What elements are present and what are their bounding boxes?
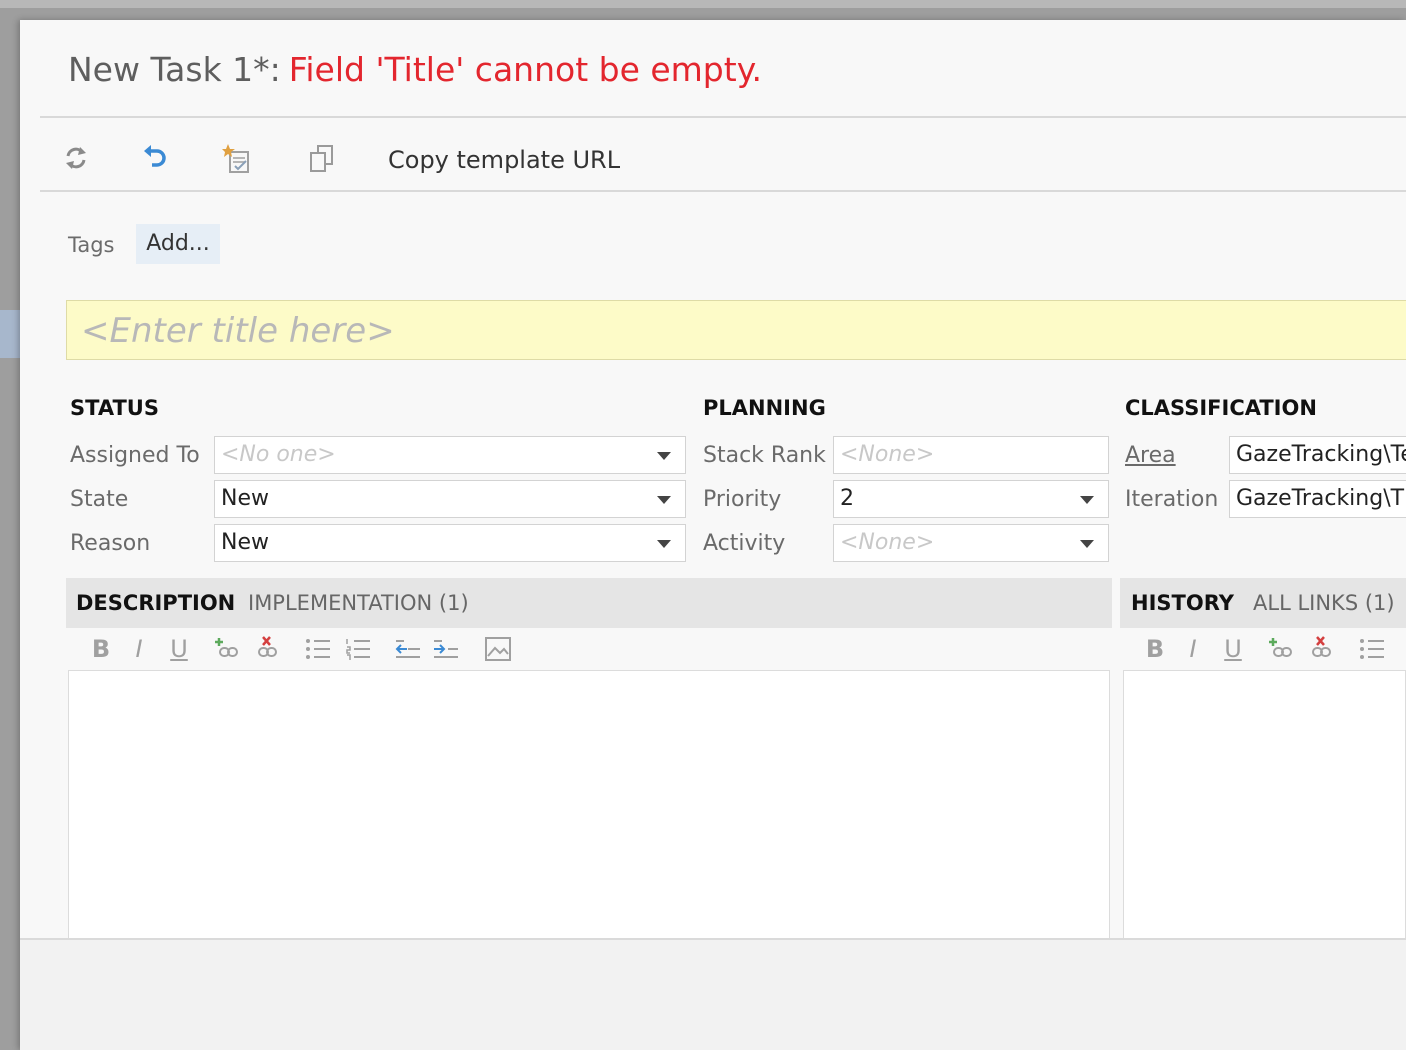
tab-implementation[interactable]: IMPLEMENTATION (1) [248,588,469,618]
toolbar-divider [40,190,1406,192]
reason-value: New [221,530,269,555]
backdrop-strip [0,0,1406,8]
insert-link-icon[interactable] [1266,632,1296,666]
dialog-title: New Task 1*: Field 'Title' cannot be empt… [68,48,762,92]
remove-link-icon[interactable] [1306,632,1336,666]
assigned-to-label: Assigned To [70,443,200,468]
area-value: GazeTracking\Te [1236,442,1406,467]
planning-heading: PLANNING [703,396,826,420]
chevron-down-icon [657,540,671,548]
task-title: New Task 1*: [68,50,281,89]
save-template-icon[interactable] [222,142,254,174]
add-tag-button[interactable]: Add... [136,224,220,264]
dialog-footer [20,938,1406,1050]
copy-template-url-button[interactable]: Copy template URL [388,144,620,176]
title-placeholder: <Enter title here> [81,311,395,351]
tags-label: Tags [68,233,115,257]
bold-button[interactable]: B [86,632,116,666]
bulleted-list-icon[interactable] [302,632,332,666]
reason-label: Reason [70,531,151,556]
numbered-list-icon[interactable] [342,632,372,666]
italic-button[interactable]: I [124,632,154,666]
error-message: Field 'Title' cannot be empty. [288,50,763,89]
priority-value: 2 [840,486,854,511]
history-editor-toolbar: B I U [1120,632,1406,670]
state-dropdown[interactable]: New [214,480,686,518]
title-input[interactable]: <Enter title here> [66,300,1406,360]
description-editor-toolbar: B I U [66,632,1112,670]
reason-dropdown[interactable]: New [214,524,686,562]
history-editor[interactable] [1123,670,1406,946]
iteration-field[interactable]: GazeTracking\TF [1229,480,1406,518]
priority-label: Priority [703,487,782,512]
state-value: New [221,486,269,511]
stack-rank-label: Stack Rank [703,443,826,468]
status-heading: STATUS [70,396,159,420]
activity-value: <None> [840,530,935,555]
italic-button[interactable]: I [1178,632,1208,666]
iteration-value: GazeTracking\TF [1236,486,1406,511]
chevron-down-icon [657,452,671,460]
tab-history[interactable]: HISTORY [1131,588,1234,618]
activity-label: Activity [703,531,786,556]
activity-dropdown[interactable]: <None> [833,524,1109,562]
tab-description[interactable]: DESCRIPTION [76,588,235,618]
insert-link-icon[interactable] [212,632,242,666]
stack-rank-value: <None> [840,442,935,467]
tab-all-links[interactable]: ALL LINKS (1) [1253,588,1395,618]
state-label: State [70,487,129,512]
refresh-icon[interactable] [60,142,92,174]
stack-rank-field[interactable]: <None> [833,436,1109,474]
underline-button[interactable]: U [1218,632,1248,666]
area-field[interactable]: GazeTracking\Te [1229,436,1406,474]
title-divider [40,116,1406,118]
chevron-down-icon [657,496,671,504]
bold-button[interactable]: B [1140,632,1170,666]
description-editor[interactable] [68,670,1110,946]
decrease-indent-icon[interactable] [392,632,422,666]
increase-indent-icon[interactable] [430,632,460,666]
priority-dropdown[interactable]: 2 [833,480,1109,518]
copy-icon[interactable] [306,142,338,174]
insert-image-icon[interactable] [482,632,512,666]
chevron-down-icon [1080,496,1094,504]
underline-button[interactable]: U [164,632,194,666]
bulleted-list-icon[interactable] [1356,632,1386,666]
chevron-down-icon [1080,540,1094,548]
remove-link-icon[interactable] [252,632,282,666]
assigned-to-dropdown[interactable]: <No one> [214,436,686,474]
area-label: Area [1125,443,1176,468]
iteration-label: Iteration [1125,487,1219,512]
classification-heading: CLASSIFICATION [1125,396,1317,420]
backdrop-accent [0,310,20,358]
assigned-to-value: <No one> [221,442,336,467]
work-item-dialog: New Task 1*: Field 'Title' cannot be empt… [20,20,1406,1050]
undo-icon[interactable] [140,142,172,174]
